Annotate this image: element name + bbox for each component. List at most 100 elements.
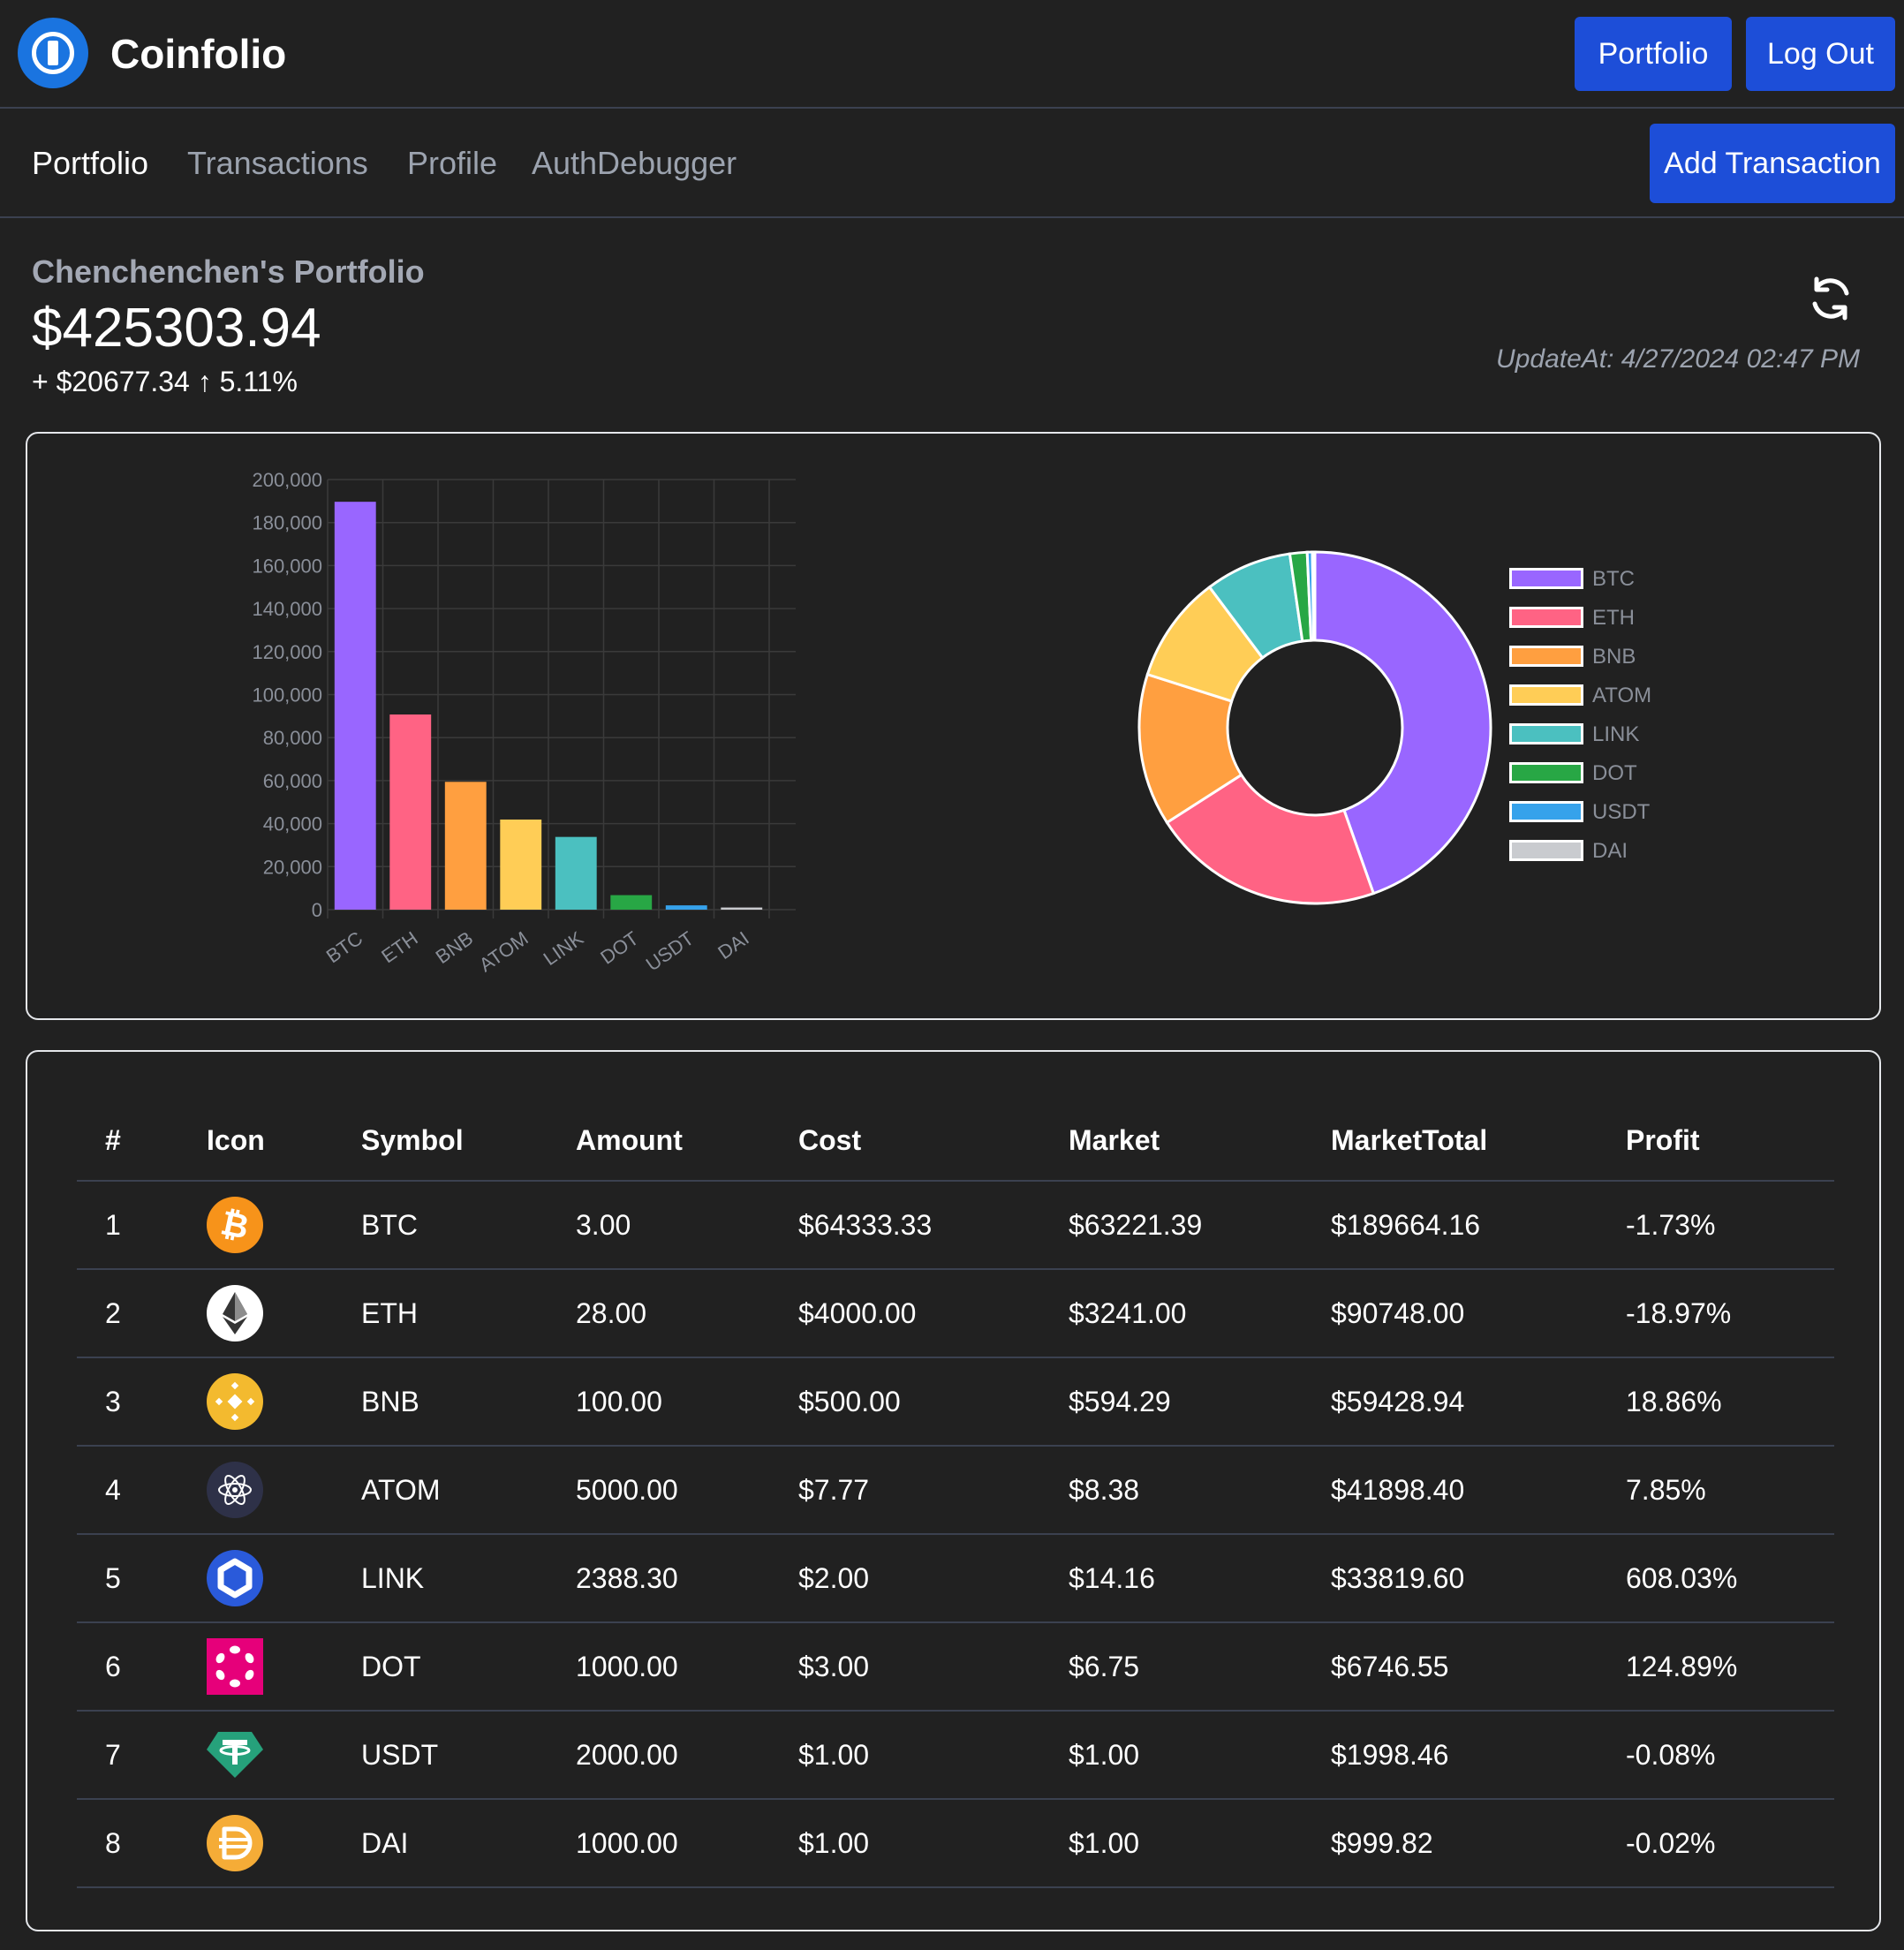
legend-label: DOT bbox=[1592, 761, 1637, 785]
brand-name: Coinfolio bbox=[110, 31, 287, 77]
table-row: 2 ETH 28.00 $4000.00 $3241.00 $90748.00 … bbox=[77, 1269, 1834, 1358]
holdings-card: # Icon Symbol Amount Cost Market MarketT… bbox=[26, 1050, 1881, 1931]
add-transaction-button[interactable]: Add Transaction bbox=[1650, 124, 1895, 203]
column-header: Amount bbox=[548, 1101, 770, 1182]
legend-item-atom[interactable]: ATOM bbox=[1509, 683, 1704, 709]
row-amount: 3.00 bbox=[548, 1181, 770, 1270]
row-symbol: DOT bbox=[333, 1622, 548, 1712]
row-index: 7 bbox=[77, 1711, 178, 1800]
legend-swatch-bnb bbox=[1509, 646, 1583, 667]
row-cost: $1.00 bbox=[770, 1711, 1040, 1800]
sub-navigation: Portfolio Transactions Profile AuthDebug… bbox=[0, 109, 1904, 218]
row-market-total: $999.82 bbox=[1303, 1799, 1598, 1888]
row-market-total: $59428.94 bbox=[1303, 1357, 1598, 1447]
row-profit: -18.97% bbox=[1598, 1269, 1834, 1358]
row-profit: -0.08% bbox=[1598, 1711, 1834, 1800]
row-cost: $4000.00 bbox=[770, 1269, 1040, 1358]
row-market: $1.00 bbox=[1040, 1799, 1303, 1888]
row-symbol: LINK bbox=[333, 1534, 548, 1623]
row-profit: 608.03% bbox=[1598, 1534, 1834, 1623]
row-market: $3241.00 bbox=[1040, 1269, 1303, 1358]
legend-swatch-dai bbox=[1509, 840, 1583, 861]
row-symbol: BNB bbox=[333, 1357, 548, 1447]
legend-item-dot[interactable]: DOT bbox=[1509, 760, 1704, 787]
dai-icon bbox=[207, 1815, 263, 1871]
row-symbol: DAI bbox=[333, 1799, 548, 1888]
legend-item-link[interactable]: LINK bbox=[1509, 722, 1704, 748]
row-profit: 18.86% bbox=[1598, 1357, 1834, 1447]
legend-item-eth[interactable]: ETH bbox=[1509, 605, 1704, 631]
charts-card: 0 20,000 40,000 60,000 80,000 100,000 120,000 1… bbox=[26, 432, 1881, 1020]
logout-button[interactable]: Log Out bbox=[1746, 17, 1895, 91]
row-profit: 7.85% bbox=[1598, 1446, 1834, 1535]
row-cost: $2.00 bbox=[770, 1534, 1040, 1623]
nav-profile[interactable]: Profile bbox=[407, 145, 497, 182]
logo-icon bbox=[18, 18, 88, 88]
portfolio-total-value: $425303.94 bbox=[32, 298, 321, 359]
usdt-icon bbox=[207, 1732, 263, 1778]
legend-swatch-dot bbox=[1509, 762, 1583, 783]
table-header-row: # Icon Symbol Amount Cost Market MarketT… bbox=[77, 1101, 1834, 1182]
portfolio-owner-title: Chenchenchen's Portfolio bbox=[32, 253, 425, 290]
refresh-icon[interactable] bbox=[1806, 274, 1855, 323]
legend-label: ETH bbox=[1592, 606, 1635, 630]
row-cost: $3.00 bbox=[770, 1622, 1040, 1712]
row-cost: $64333.33 bbox=[770, 1181, 1040, 1270]
table-row: 3 BNB 100.00 $500.00 $594.29 $59428.94 1… bbox=[77, 1357, 1834, 1447]
holdings-table: # Icon Symbol Amount Cost Market MarketT… bbox=[77, 1101, 1834, 1888]
legend-swatch-atom bbox=[1509, 684, 1583, 706]
table-row: 7 USDT 2000.00 $1.00 $1.00 $1998.46 -0.0… bbox=[77, 1711, 1834, 1800]
link-icon bbox=[207, 1550, 263, 1606]
row-profit: 124.89% bbox=[1598, 1622, 1834, 1712]
dot-icon bbox=[207, 1638, 263, 1695]
bnb-icon bbox=[207, 1373, 263, 1430]
updated-at: UpdateAt: 4/27/2024 02:47 PM bbox=[1496, 344, 1860, 374]
legend-item-btc[interactable]: BTC bbox=[1509, 566, 1704, 593]
column-header: Profit bbox=[1598, 1101, 1834, 1182]
column-header: Symbol bbox=[333, 1101, 548, 1182]
row-amount: 5000.00 bbox=[548, 1446, 770, 1535]
portfolio-button[interactable]: Portfolio bbox=[1575, 17, 1732, 91]
row-market-total: $41898.40 bbox=[1303, 1446, 1598, 1535]
row-profit: -0.02% bbox=[1598, 1799, 1834, 1888]
row-symbol: ATOM bbox=[333, 1446, 548, 1535]
row-amount: 2000.00 bbox=[548, 1711, 770, 1800]
legend-item-bnb[interactable]: BNB bbox=[1509, 644, 1704, 670]
table-row: 6 DOT 1000.00 $3.00 $6.75 $6746.55 124.8… bbox=[77, 1622, 1834, 1712]
atom-icon bbox=[207, 1462, 263, 1518]
row-amount: 1000.00 bbox=[548, 1799, 770, 1888]
row-market-total: $33819.60 bbox=[1303, 1534, 1598, 1623]
nav-portfolio[interactable]: Portfolio bbox=[32, 145, 148, 182]
row-amount: 28.00 bbox=[548, 1269, 770, 1358]
row-symbol: USDT bbox=[333, 1711, 548, 1800]
column-header: Cost bbox=[770, 1101, 1040, 1182]
legend-item-usdt[interactable]: USDT bbox=[1509, 799, 1704, 826]
row-index: 5 bbox=[77, 1534, 178, 1623]
row-amount: 1000.00 bbox=[548, 1622, 770, 1712]
row-market: $6.75 bbox=[1040, 1622, 1303, 1712]
slice-dai[interactable] bbox=[1311, 550, 1317, 642]
row-profit: -1.73% bbox=[1598, 1181, 1834, 1270]
legend-label: BNB bbox=[1592, 645, 1636, 669]
nav-transactions[interactable]: Transactions bbox=[187, 145, 368, 182]
row-cost: $7.77 bbox=[770, 1446, 1040, 1535]
legend-swatch-link bbox=[1509, 723, 1583, 744]
row-market-total: $6746.55 bbox=[1303, 1622, 1598, 1712]
row-market-total: $1998.46 bbox=[1303, 1711, 1598, 1800]
column-header: MarketTotal bbox=[1303, 1101, 1598, 1182]
nav-authdebugger[interactable]: AuthDebugger bbox=[532, 145, 737, 182]
row-market-total: $189664.16 bbox=[1303, 1181, 1598, 1270]
legend-swatch-btc bbox=[1509, 568, 1583, 589]
row-market: $594.29 bbox=[1040, 1357, 1303, 1447]
row-cost: $1.00 bbox=[770, 1799, 1040, 1888]
row-index: 4 bbox=[77, 1446, 178, 1535]
legend-item-dai[interactable]: DAI bbox=[1509, 838, 1704, 865]
top-bar: Coinfolio Portfolio Log Out bbox=[0, 0, 1904, 109]
row-market: $1.00 bbox=[1040, 1711, 1303, 1800]
row-symbol: ETH bbox=[333, 1269, 548, 1358]
row-index: 2 bbox=[77, 1269, 178, 1358]
row-cost: $500.00 bbox=[770, 1357, 1040, 1447]
row-market-total: $90748.00 bbox=[1303, 1269, 1598, 1358]
btc-icon: ₿ bbox=[207, 1197, 263, 1253]
row-market: $8.38 bbox=[1040, 1446, 1303, 1535]
